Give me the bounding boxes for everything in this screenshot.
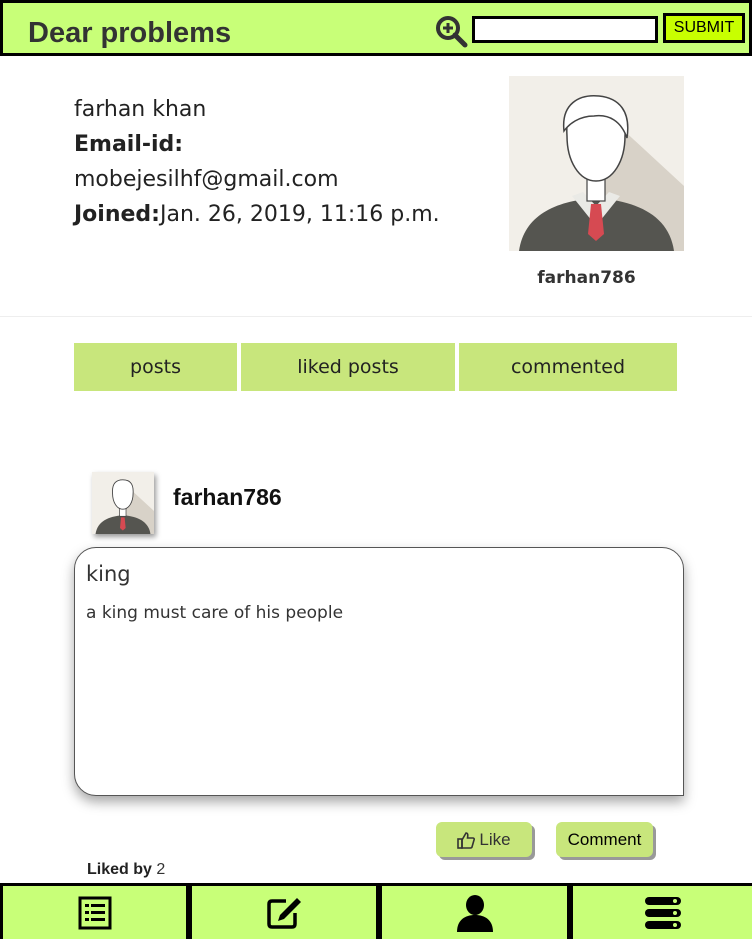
liked-by-count: 2: [156, 861, 166, 878]
joined-label: Joined:: [74, 202, 160, 227]
nav-profile[interactable]: [382, 886, 567, 939]
list-icon: [78, 896, 111, 929]
edit-icon: [267, 897, 301, 929]
like-button[interactable]: Like: [436, 822, 532, 857]
post-author-name[interactable]: farhan786: [173, 484, 282, 511]
profile-info: farhan khan Email-id: mobejesilhf@gmail.…: [74, 92, 440, 232]
liked-by: Liked by 2: [87, 861, 165, 879]
submit-button[interactable]: SUBMIT: [663, 13, 745, 43]
email-label: Email-id:: [74, 132, 184, 157]
thumbs-up-icon: [457, 831, 476, 849]
search-input[interactable]: [472, 16, 658, 43]
post-title: king: [86, 562, 131, 586]
top-header: Dear problems SUBMIT: [0, 0, 752, 56]
user-icon: [456, 894, 493, 932]
comment-button[interactable]: Comment: [556, 822, 653, 857]
tab-posts[interactable]: posts: [74, 343, 237, 391]
profile-username: farhan786: [537, 268, 636, 288]
profile-avatar: [509, 76, 684, 251]
nav-menu[interactable]: [573, 886, 752, 939]
bottom-nav: [0, 883, 752, 939]
liked-by-label: Liked by: [87, 861, 152, 878]
tab-commented[interactable]: commented: [459, 343, 677, 391]
tab-liked-posts[interactable]: liked posts: [241, 343, 455, 391]
site-title[interactable]: Dear problems: [28, 17, 231, 50]
nav-write[interactable]: [192, 886, 376, 939]
profile-email: mobejesilhf@gmail.com: [74, 167, 339, 192]
post-card[interactable]: king a king must care of his people: [74, 547, 684, 796]
joined-row: Joined:Jan. 26, 2019, 11:16 p.m.: [74, 197, 440, 232]
profile-full-name: farhan khan: [74, 97, 207, 122]
divider: [0, 316, 752, 317]
joined-date: Jan. 26, 2019, 11:16 p.m.: [159, 202, 440, 227]
menu-icon: [644, 896, 681, 929]
search-icon[interactable]: [435, 15, 469, 49]
post-body: a king must care of his people: [86, 603, 344, 623]
like-label: Like: [479, 829, 511, 849]
nav-posts-list[interactable]: [3, 886, 186, 939]
post-author-avatar[interactable]: [92, 472, 154, 534]
